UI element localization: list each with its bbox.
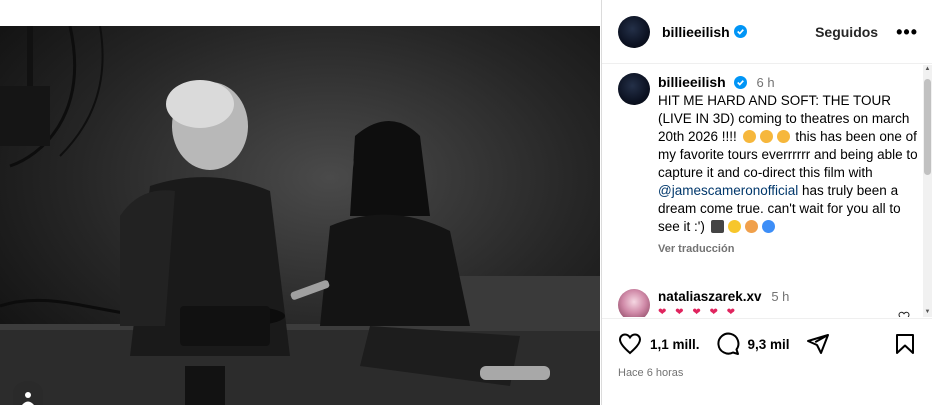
blue-heart-emoji-icon <box>761 220 775 233</box>
comment-item: nataliaszarek.xv 5 h ❤ ❤ ❤ ❤ ❤ <box>618 289 918 317</box>
caption-username[interactable]: billieeilish <box>658 74 726 90</box>
commenter-username[interactable]: nataliaszarek.xv <box>658 289 762 304</box>
caption-text: HIT ME HARD AND SOFT: THE TOUR (LIVE IN … <box>658 93 918 234</box>
comment-text: ❤ ❤ ❤ ❤ ❤ <box>658 307 739 317</box>
see-translation-link[interactable]: Ver traducción <box>658 240 918 258</box>
likes-count[interactable]: 1,1 mill. <box>650 337 700 352</box>
party-face-emoji-icon <box>776 130 790 143</box>
comments-count[interactable]: 9,3 mil <box>748 337 790 352</box>
caption-avatar[interactable] <box>618 73 650 105</box>
scrollbar-thumb[interactable] <box>924 79 931 175</box>
party-face-emoji-icon <box>759 130 773 143</box>
photo-illustration <box>0 26 600 405</box>
post-actions: 1,1 mill. 9,3 mil Hace 6 horas <box>602 318 932 405</box>
commenter-avatar[interactable] <box>618 289 650 317</box>
more-options-icon[interactable]: ••• <box>896 23 918 41</box>
verified-icon <box>733 25 747 38</box>
share-icon[interactable] <box>806 332 830 356</box>
follow-status-button[interactable]: Seguidos <box>815 24 878 40</box>
star-emoji-icon <box>727 220 741 233</box>
post-panel: billieeilish Seguidos ••• billieeilish 6… <box>601 0 932 405</box>
scroll-up-icon[interactable]: ▲ <box>923 65 932 74</box>
caption: billieeilish 6 h HIT ME HARD AND SOFT: T… <box>618 73 918 258</box>
comments-scrollbar[interactable]: ▲ ▼ <box>923 65 932 317</box>
hugging-face-emoji-icon <box>744 220 758 233</box>
post-photo[interactable] <box>0 26 600 405</box>
author-avatar[interactable] <box>618 15 650 48</box>
comment-action[interactable]: 9,3 mil <box>716 332 790 356</box>
mention-link[interactable]: @jamescameronofficial <box>658 183 798 198</box>
post-timestamp: Hace 6 horas <box>618 367 684 379</box>
like-action[interactable]: 1,1 mill. <box>618 332 700 356</box>
comments-list: billieeilish 6 h HIT ME HARD AND SOFT: T… <box>602 65 924 317</box>
post-header: billieeilish Seguidos ••• <box>602 0 932 64</box>
author-username[interactable]: billieeilish <box>662 24 730 40</box>
verified-icon <box>733 76 747 89</box>
party-face-emoji-icon <box>742 130 756 143</box>
scroll-down-icon[interactable]: ▼ <box>923 308 932 317</box>
comment-time: 5 h <box>771 289 790 304</box>
heart-icon[interactable] <box>618 332 642 356</box>
bookmark-icon[interactable] <box>893 332 917 356</box>
caption-time: 6 h <box>756 75 775 90</box>
share-action[interactable] <box>806 332 830 356</box>
comment-like-icon[interactable] <box>898 311 910 317</box>
comment-icon[interactable] <box>716 332 740 356</box>
camera-emoji-icon <box>710 220 724 233</box>
tagged-users-icon[interactable] <box>13 381 43 405</box>
